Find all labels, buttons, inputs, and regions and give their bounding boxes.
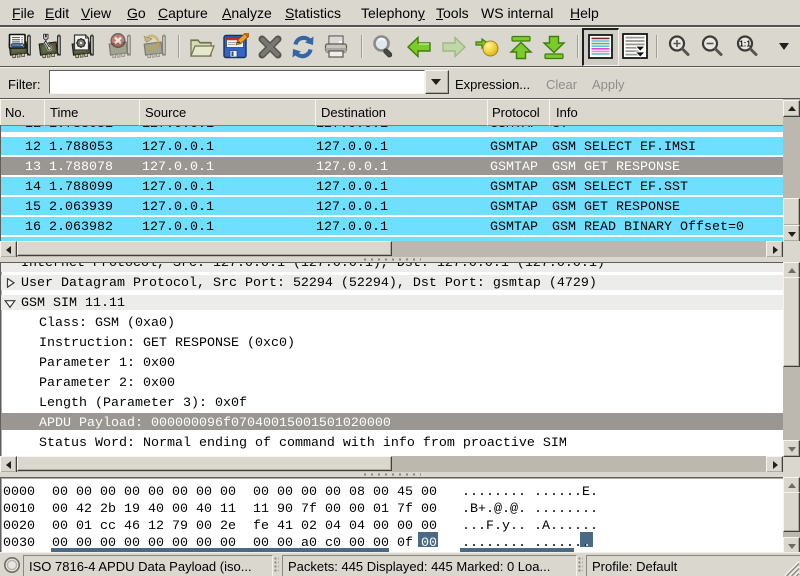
- svg-text:1:1: 1:1: [739, 39, 751, 48]
